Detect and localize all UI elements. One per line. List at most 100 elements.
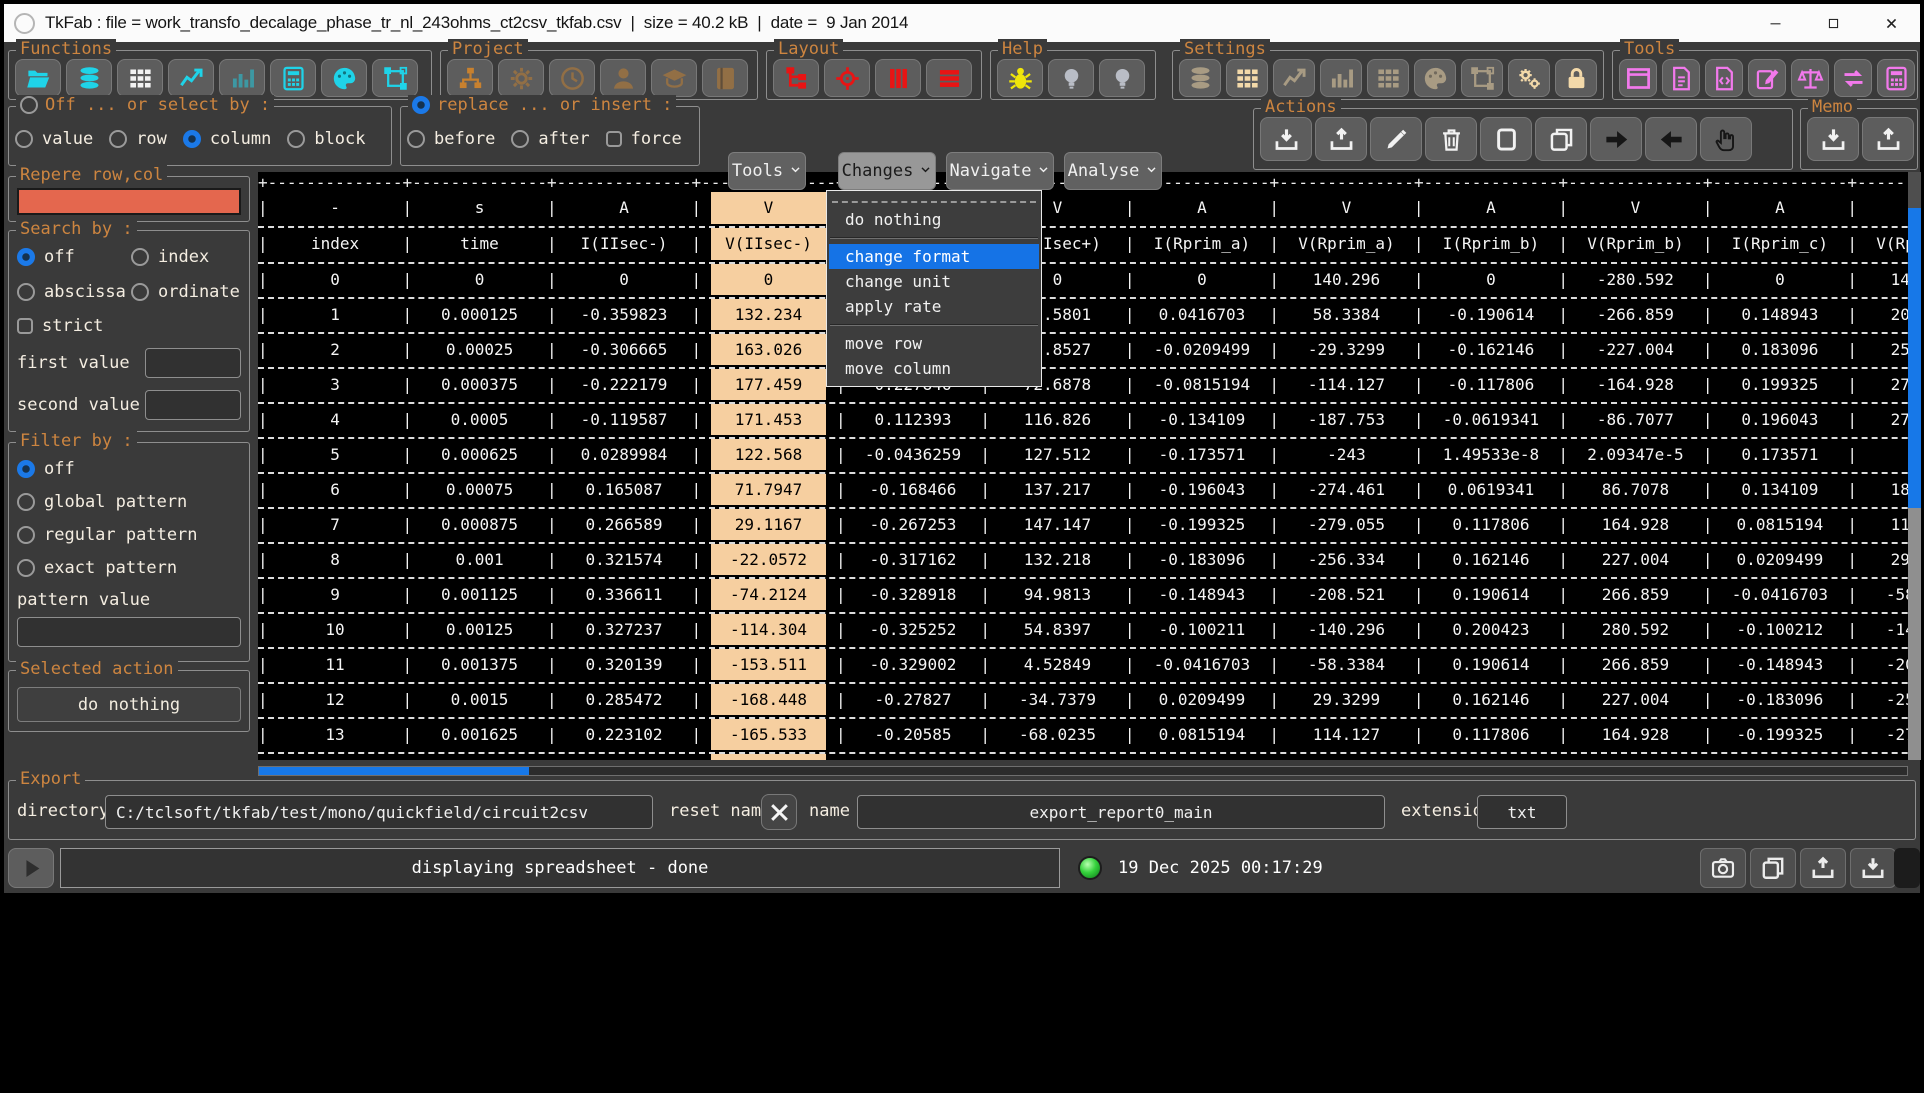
radio-index[interactable] — [131, 248, 149, 266]
table-cell[interactable]: -208.521 — [1279, 579, 1414, 610]
calculator-button[interactable] — [1877, 59, 1915, 97]
table-cell[interactable]: -140.296 — [1857, 614, 1908, 645]
radio-replace[interactable] — [412, 96, 430, 114]
table-cell[interactable]: 0.00075 — [412, 474, 547, 505]
lightbulb-button[interactable] — [1099, 59, 1145, 97]
menubutton-tools[interactable]: Tools — [728, 152, 806, 190]
swap-arrows-button[interactable] — [1834, 59, 1872, 97]
table-cell[interactable]: I(IIsec-) — [557, 228, 692, 260]
transform-button[interactable] — [372, 59, 418, 97]
table-cell[interactable]: 164.928 — [1568, 719, 1703, 750]
radio-abscissa[interactable] — [17, 283, 35, 301]
table-cell[interactable]: 12 — [268, 684, 403, 715]
table-cell[interactable]: -0.0436259 — [846, 439, 981, 470]
table-cell[interactable]: -140.296 — [1279, 614, 1414, 645]
table-cell[interactable]: 0.001625 — [412, 719, 547, 750]
table-cell[interactable]: -280.592 — [1568, 264, 1703, 295]
table-cell[interactable]: -0.119587 — [557, 404, 692, 435]
table-cell[interactable]: -0.148943 — [1712, 649, 1847, 680]
table-cell[interactable]: 8 — [268, 544, 403, 575]
table-cell[interactable]: -0.317162 — [846, 544, 981, 575]
table-cell[interactable]: 116.826 — [990, 404, 1125, 435]
table-cell[interactable]: 137.217 — [990, 474, 1125, 505]
table-cell[interactable]: 14 — [268, 754, 403, 760]
table-grid-button[interactable] — [1367, 59, 1409, 97]
table-cell[interactable]: 0 — [557, 264, 692, 295]
scales-button[interactable] — [1791, 59, 1829, 97]
table-grid-button[interactable] — [1226, 59, 1268, 97]
table-cell[interactable]: -0.0416703 — [1135, 649, 1270, 680]
reset-name-button[interactable] — [761, 794, 797, 830]
menu-item-change-format[interactable]: change format — [829, 244, 1039, 269]
table-cell[interactable]: 0.112393 — [846, 404, 981, 435]
database-button[interactable] — [1179, 59, 1221, 97]
table-cell[interactable]: -34.7379 — [990, 684, 1125, 715]
table-cell[interactable]: 274.461 — [1857, 404, 1908, 435]
table-cell[interactable]: time — [412, 228, 547, 260]
table-cell[interactable]: -266.859 — [1568, 299, 1703, 330]
table-cell[interactable]: 0.266589 — [557, 509, 692, 540]
radio-regular-pattern[interactable] — [17, 526, 35, 544]
radio-block[interactable] — [287, 130, 305, 148]
table-cell[interactable]: -208.521 — [1857, 649, 1908, 680]
table-cell[interactable]: -279.055 — [1857, 719, 1908, 750]
table-cell[interactable]: 0.148943 — [1712, 299, 1847, 330]
table-cell[interactable]: -0.196043 — [1135, 474, 1270, 505]
table-cell[interactable]: 94.9813 — [990, 579, 1125, 610]
name-input[interactable]: export_report0_main — [857, 795, 1385, 829]
table-cell[interactable]: -243 — [1279, 439, 1414, 470]
table-cell[interactable]: 147.147 — [990, 509, 1125, 540]
table-cell[interactable]: -0.100212 — [1712, 614, 1847, 645]
table-cell[interactable]: -256.334 — [1279, 544, 1414, 575]
table-cell[interactable]: 127.512 — [990, 439, 1125, 470]
table-cell[interactable]: V(Rprim_c) — [1857, 228, 1908, 260]
menu-item-do-nothing[interactable]: do nothing — [829, 207, 1039, 232]
run-button[interactable] — [8, 848, 54, 888]
table-cell[interactable]: -106.041 — [990, 754, 1125, 760]
palette-button[interactable] — [1414, 59, 1456, 97]
table-cell[interactable]: -0.168466 — [846, 474, 981, 505]
table-cell[interactable]: -0.222179 — [557, 369, 692, 400]
table-cell[interactable]: -0.0619341 — [1424, 404, 1559, 435]
menu-item-change-unit[interactable]: change unit — [829, 269, 1039, 294]
table-cell[interactable]: 0.000625 — [412, 439, 547, 470]
pencil-button[interactable] — [1370, 117, 1422, 161]
table-cell[interactable]: 0.000875 — [412, 509, 547, 540]
table-cell[interactable]: 0.0416703 — [1135, 299, 1270, 330]
checkbox-force[interactable] — [606, 131, 622, 147]
table-cell[interactable]: 54.8397 — [990, 614, 1125, 645]
folder-open-button[interactable] — [15, 59, 61, 97]
table-cell[interactable]: 0.190614 — [1424, 649, 1559, 680]
table-cell[interactable]: 86.7077 — [1568, 754, 1703, 760]
table-cell[interactable]: 10 — [268, 614, 403, 645]
table-cell[interactable]: V — [1857, 192, 1908, 224]
table-cell[interactable]: 0.117806 — [1424, 509, 1559, 540]
table-cell[interactable]: V(Rprim_b) — [1568, 228, 1703, 260]
radio-exact-pattern[interactable] — [17, 559, 35, 577]
table-cell[interactable]: 0.165087 — [557, 474, 692, 505]
line-chart-button[interactable] — [168, 59, 214, 97]
table-cell[interactable]: -0.0815194 — [1135, 369, 1270, 400]
bar-chart-button[interactable] — [219, 59, 265, 97]
table-cell[interactable]: 0.124152 — [557, 754, 692, 760]
table-cell[interactable]: 0.190614 — [1424, 579, 1559, 610]
table-cell[interactable]: 86.7078 — [1568, 474, 1703, 505]
table-cell[interactable]: A — [557, 192, 692, 224]
table-cell[interactable]: 280.592 — [1568, 614, 1703, 645]
table-cell[interactable]: 9 — [268, 579, 403, 610]
journal-button[interactable] — [702, 59, 748, 97]
table-cell[interactable]: 1 — [268, 299, 403, 330]
table-cell[interactable]: -0.267253 — [846, 509, 981, 540]
table-cell[interactable]: A — [1135, 192, 1270, 224]
table-cell[interactable]: -156.665 — [701, 754, 836, 760]
line-chart-button[interactable] — [1273, 59, 1315, 97]
table-cell[interactable]: 0.0005 — [412, 404, 547, 435]
table-cell[interactable]: 0.321574 — [557, 544, 692, 575]
table-cell[interactable]: 0.000125 — [412, 299, 547, 330]
table-cell[interactable]: 6 — [268, 474, 403, 505]
close-button[interactable] — [1862, 4, 1920, 42]
table-cell[interactable]: 0.0815194 — [1135, 719, 1270, 750]
table-cell[interactable]: -68.0235 — [990, 719, 1125, 750]
table-cell[interactable]: 132.234 — [701, 299, 836, 330]
table-cell[interactable]: -0.359823 — [557, 299, 692, 330]
